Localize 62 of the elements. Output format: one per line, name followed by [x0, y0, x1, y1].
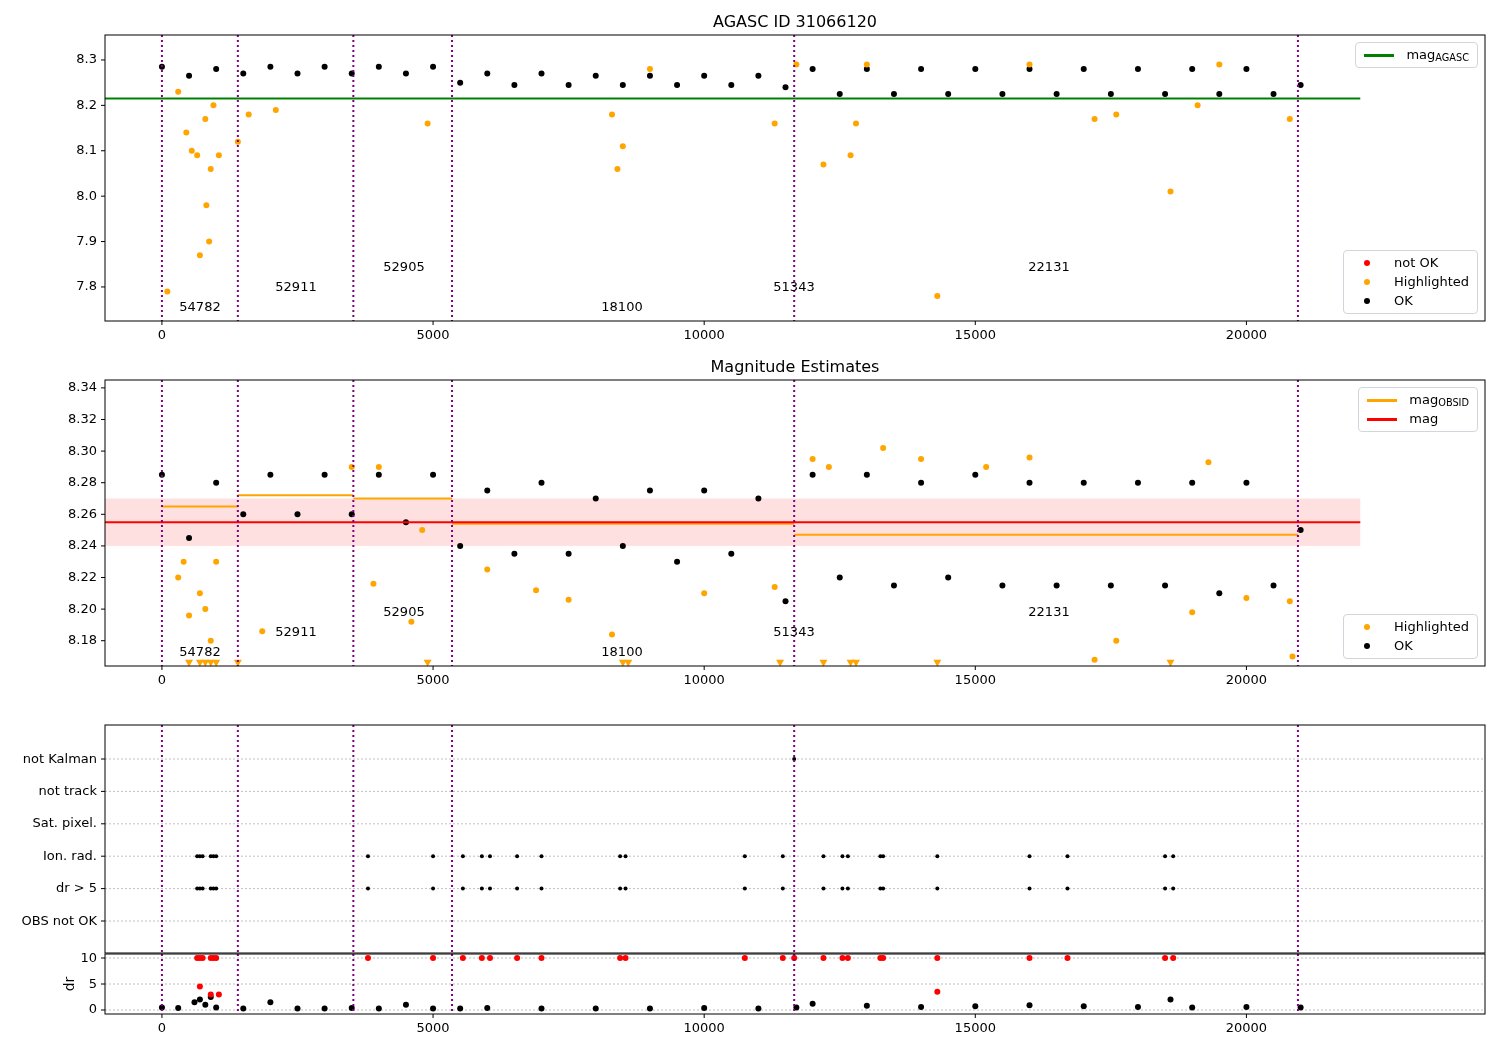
legend-label: mag — [1409, 411, 1439, 427]
chart-title: Magnitude Estimates — [710, 357, 880, 376]
x-tick-label: 10000 — [683, 1020, 725, 1035]
segment-label: 54782 — [179, 643, 221, 659]
y-tick-label: 5 — [88, 975, 97, 991]
x-tick-label: 15000 — [954, 327, 996, 342]
legend-label: OK — [1394, 293, 1413, 309]
x-tick-label: 5000 — [416, 327, 450, 342]
legend-label: Highlighted — [1394, 274, 1469, 290]
row-label: Sat. pixel. — [32, 815, 97, 831]
y-tick-label: 7.9 — [76, 233, 97, 249]
legend-label: Highlighted — [1394, 619, 1469, 635]
y-tick-label: 8.0 — [76, 187, 97, 203]
row-label: dr > 5 — [55, 880, 97, 896]
y-tick-label: 8.3 — [76, 51, 97, 67]
x-tick-label: 20000 — [1225, 672, 1268, 687]
segment-label: 54782 — [179, 298, 221, 314]
y-tick-label: 8.1 — [76, 142, 97, 158]
row-label: Ion. rad. — [43, 847, 97, 863]
x-tick-label: 10000 — [683, 672, 725, 687]
legend-label: mag$_{AGASC}$ — [1406, 47, 1469, 63]
axis-label: dr — [61, 976, 77, 992]
x-tick-label: 0 — [157, 672, 167, 687]
chart-title: AGASC ID 31066120 — [713, 12, 877, 31]
x-tick-label: 20000 — [1225, 1020, 1268, 1035]
segment-label: 51343 — [773, 623, 815, 639]
segment-label: 52911 — [275, 278, 317, 294]
x-tick-label: 5000 — [416, 672, 450, 687]
y-tick-label: 8.32 — [68, 411, 97, 426]
x-tick-label: 15000 — [954, 672, 996, 687]
segment-label: 18100 — [601, 643, 643, 659]
y-tick-label: 0 — [88, 1001, 97, 1017]
x-tick-label: 0 — [157, 327, 167, 342]
legend-label: OK — [1394, 638, 1413, 654]
y-tick-label: 8.34 — [68, 379, 97, 395]
legend-label: not OK — [1394, 255, 1439, 271]
segment-label: 52905 — [383, 603, 425, 619]
segment-label: 51343 — [773, 278, 815, 294]
segment-label: 22131 — [1028, 603, 1070, 619]
y-tick-label: 8.22 — [68, 569, 97, 584]
x-tick-label: 15000 — [954, 1020, 996, 1035]
y-tick-label: 8.20 — [68, 600, 97, 616]
y-tick-label: 8.18 — [68, 632, 97, 648]
segment-label: 22131 — [1028, 258, 1070, 274]
y-tick-label: 8.26 — [68, 505, 97, 521]
x-tick-label: 5000 — [416, 1020, 450, 1035]
y-tick-label: 7.8 — [76, 278, 97, 294]
y-tick-label: 10 — [80, 949, 97, 965]
segment-label: 18100 — [601, 298, 643, 314]
row-label: not Kalman — [22, 750, 97, 766]
x-tick-label: 10000 — [683, 327, 725, 342]
x-tick-label: 20000 — [1225, 327, 1268, 342]
y-tick-label: 8.24 — [68, 537, 97, 553]
y-tick-label: 8.28 — [68, 474, 97, 490]
legend-label: mag$_{OBSID}$ — [1409, 392, 1469, 408]
segment-label: 52911 — [275, 623, 317, 639]
segment-label: 52905 — [383, 258, 425, 274]
x-tick-label: 0 — [157, 1020, 167, 1035]
row-label: OBS not OK — [21, 912, 97, 928]
row-label: not track — [38, 782, 97, 798]
y-tick-label: 8.2 — [76, 96, 97, 112]
y-tick-label: 8.30 — [68, 442, 97, 458]
